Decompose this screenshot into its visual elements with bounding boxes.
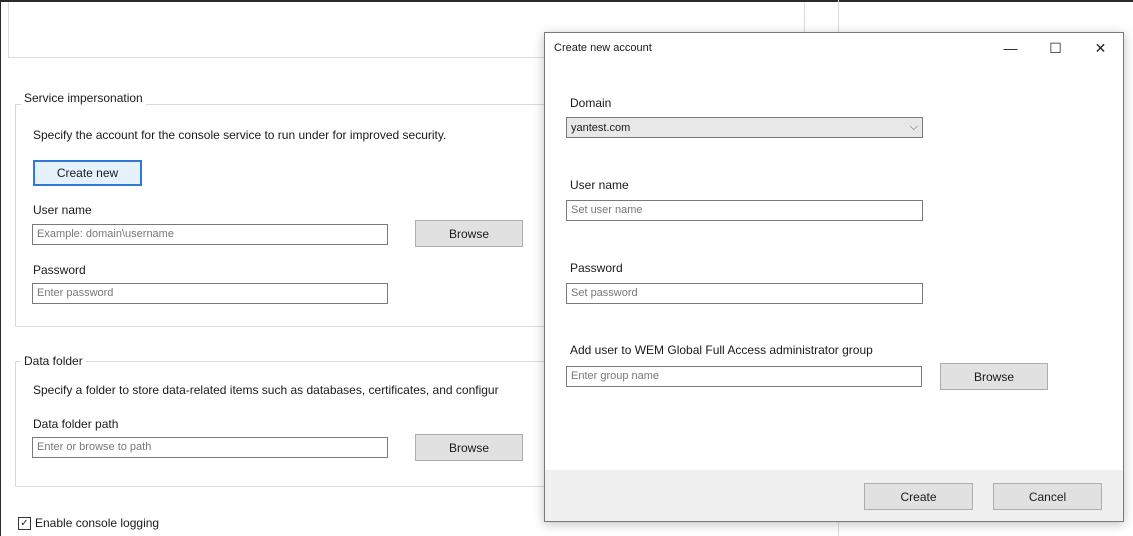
domain-select-value: yantest.com bbox=[571, 121, 631, 134]
dialog-footer: Create Cancel bbox=[545, 470, 1123, 521]
username-browse-button[interactable]: Browse bbox=[415, 220, 523, 247]
data-folder-browse-button[interactable]: Browse bbox=[415, 434, 523, 461]
create-account-dialog: Create new account — ☐ ✕ Domain yantest.… bbox=[544, 32, 1124, 522]
data-folder-description: Specify a folder to store data-related i… bbox=[33, 383, 499, 397]
checkmark-icon: ✓ bbox=[20, 517, 29, 529]
admin-group-label: Add user to WEM Global Full Access admin… bbox=[570, 343, 873, 357]
dialog-username-input[interactable]: Set user name bbox=[566, 200, 923, 221]
service-impersonation-title: Service impersonation bbox=[21, 91, 146, 105]
chevron-down-icon: ⌵ bbox=[909, 121, 918, 133]
close-icon[interactable]: ✕ bbox=[1078, 33, 1123, 63]
domain-label-text: Domain bbox=[570, 96, 612, 110]
data-folder-title: Data folder bbox=[21, 354, 86, 368]
dialog-password-label: Password bbox=[570, 261, 623, 275]
domain-select[interactable]: yantest.com ⌵ bbox=[566, 117, 923, 138]
dialog-titlebar: Create new account — ☐ ✕ bbox=[545, 33, 1123, 63]
data-folder-path-input[interactable]: Enter or browse to path bbox=[32, 437, 388, 458]
dialog-password-input[interactable]: Set password bbox=[566, 283, 923, 304]
console-logging-label: Enable console logging bbox=[35, 516, 160, 530]
create-new-button[interactable]: Create new bbox=[33, 160, 142, 186]
dialog-username-label: User name bbox=[570, 178, 629, 192]
service-impersonation-description: Specify the account for the console serv… bbox=[33, 128, 447, 142]
admin-group-input[interactable]: Enter group name bbox=[566, 366, 922, 387]
password-label: Password bbox=[33, 263, 86, 277]
console-logging-checkbox[interactable]: ✓ bbox=[18, 517, 31, 530]
password-input[interactable]: Enter password bbox=[32, 283, 388, 304]
username-label: User name bbox=[33, 203, 92, 217]
dialog-title: Create new account bbox=[554, 42, 652, 54]
data-folder-path-label: Data folder path bbox=[33, 417, 119, 431]
minimize-icon[interactable]: — bbox=[988, 33, 1033, 63]
admin-group-browse-button[interactable]: Browse bbox=[940, 363, 1048, 390]
maximize-icon[interactable]: ☐ bbox=[1033, 33, 1078, 63]
username-input[interactable]: Example: domain\username bbox=[32, 224, 388, 245]
create-button[interactable]: Create bbox=[864, 483, 973, 510]
cancel-button[interactable]: Cancel bbox=[993, 483, 1102, 510]
